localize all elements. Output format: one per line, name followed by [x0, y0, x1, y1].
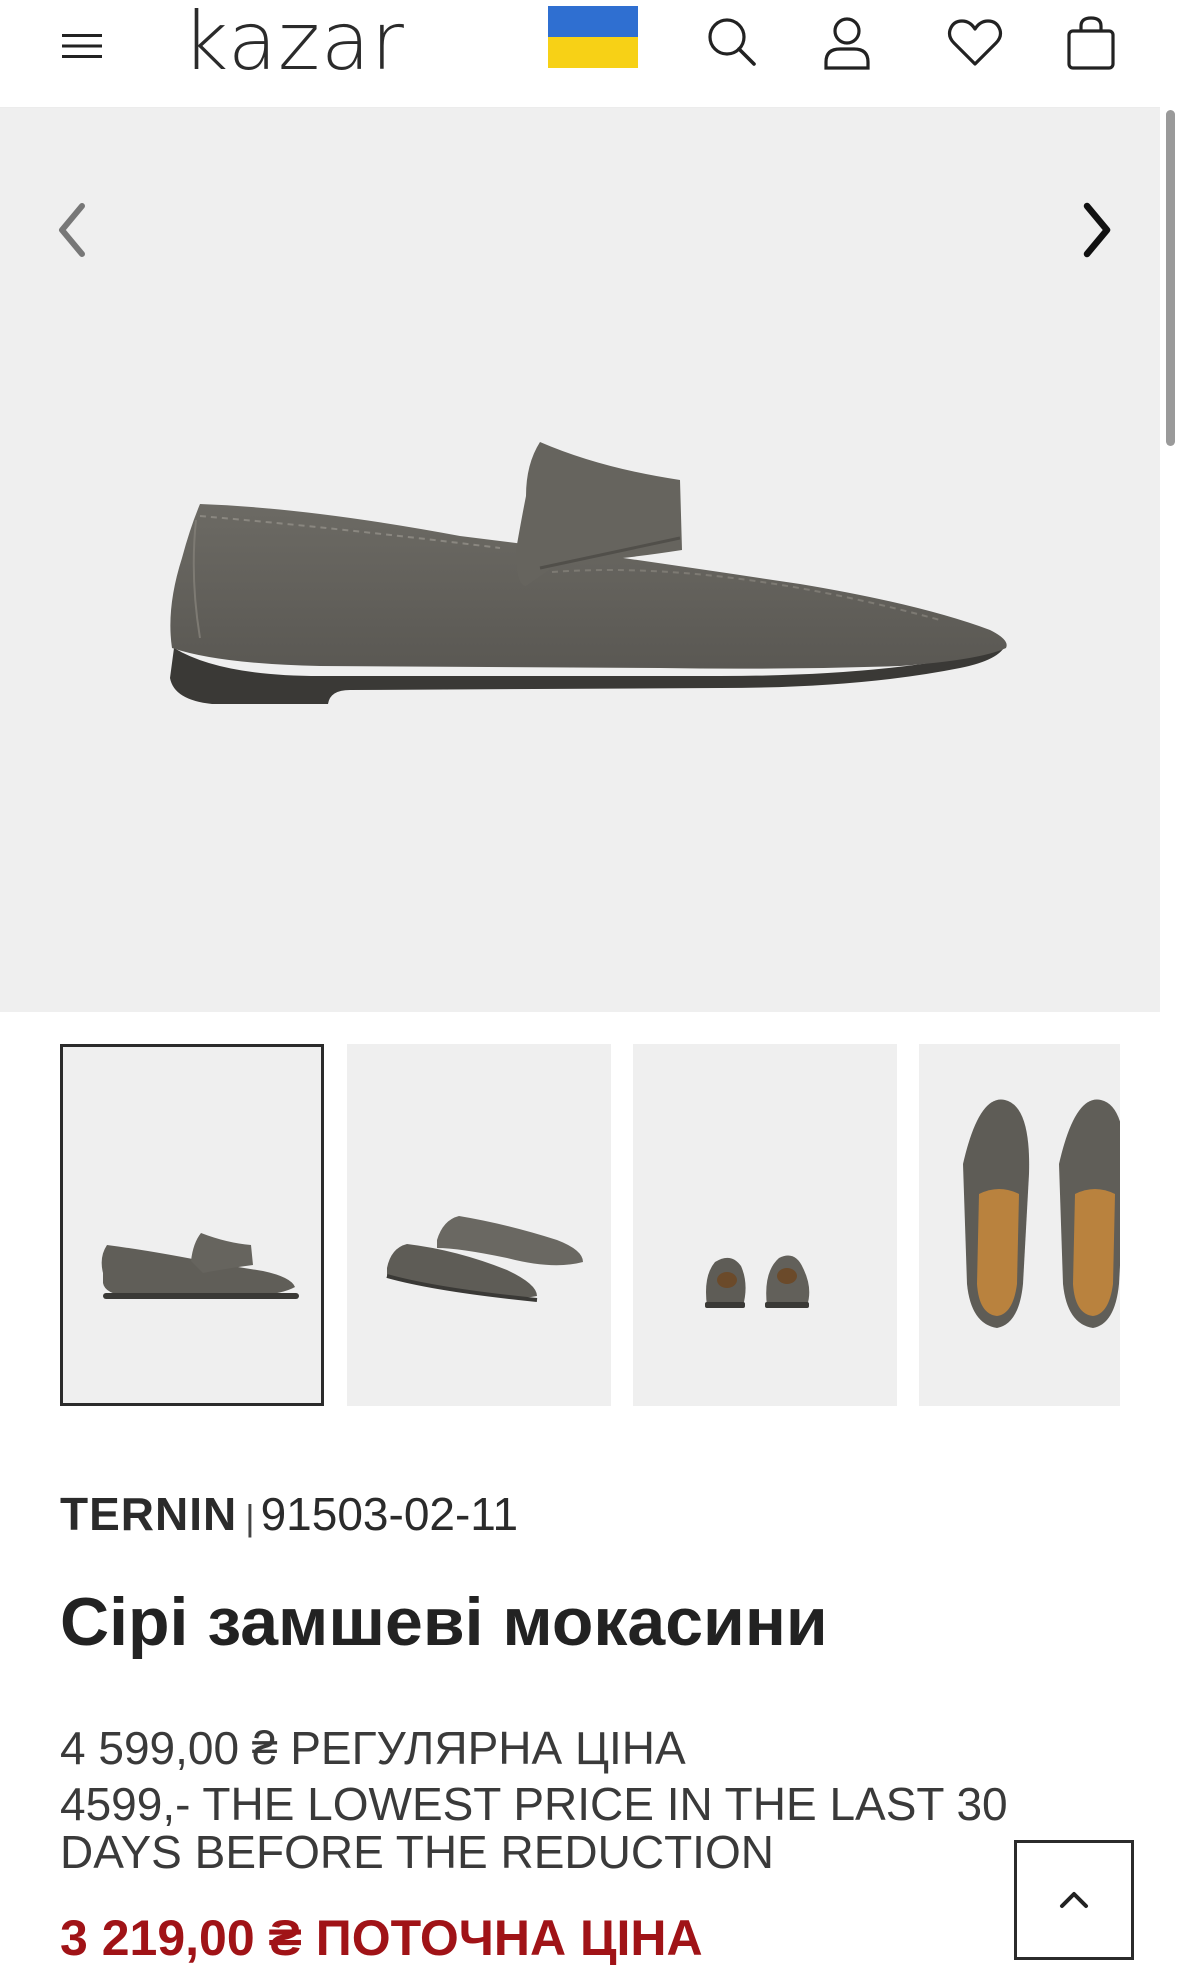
product-main-image[interactable] [0, 108, 1179, 1012]
thumbnail-top[interactable] [919, 1044, 1120, 1406]
chevron-up-icon [1060, 1892, 1088, 1908]
lowest-price-note: 4599,- THE LOWEST PRICE IN THE LAST 30 D… [60, 1778, 1008, 1878]
product-brand[interactable]: TERNIN [60, 1488, 237, 1540]
user-icon [824, 17, 870, 70]
site-logo[interactable]: kazar [182, 2, 405, 82]
cart-button[interactable] [1058, 8, 1124, 78]
thumbnail-shoe-top [963, 1099, 1120, 1328]
regular-price: 4 599,00 ₴ РЕГУЛЯРНА ЦІНА [60, 1722, 686, 1774]
current-price: 3 219,00 ₴ ПОТОЧНА ЦІНА [60, 1910, 703, 1966]
scrollbar-thumb[interactable] [1166, 110, 1175, 446]
thumbnail-back[interactable] [633, 1044, 897, 1406]
brand-separator: | [245, 1497, 255, 1538]
site-header: kazar [0, 0, 1160, 108]
thumbnail-pair-angle[interactable] [347, 1044, 611, 1406]
thumbnail-side[interactable] [60, 1044, 324, 1406]
search-icon [708, 18, 756, 66]
product-sku: 91503-02-11 [260, 1488, 519, 1540]
thumbnail-shoe-pair [386, 1216, 583, 1302]
ukraine-flag-icon[interactable] [548, 6, 638, 68]
heart-icon [947, 19, 1003, 66]
search-button[interactable] [698, 8, 764, 74]
account-button[interactable] [814, 8, 880, 78]
product-title: Сірі замшеві мокасини [60, 1584, 828, 1660]
chevron-right-icon [1083, 202, 1111, 258]
back-to-top-button[interactable] [1014, 1840, 1134, 1960]
bag-icon [1067, 16, 1115, 70]
page-scrollbar[interactable] [1160, 0, 1179, 1969]
chevron-left-icon [59, 203, 85, 257]
gallery-next-button[interactable] [1055, 188, 1139, 272]
gallery-prev-button[interactable] [30, 188, 114, 272]
menu-button[interactable] [50, 14, 114, 78]
thumbnail-shoe-back [705, 1255, 810, 1308]
wishlist-button[interactable] [940, 8, 1010, 78]
thumbnail-strip [60, 1044, 1120, 1410]
brand-sku-line: TERNIN | 91503-02-11 [60, 1486, 518, 1546]
loafer-shoe-image [170, 442, 1007, 704]
menu-icon [62, 34, 102, 58]
thumbnail-shoe-side [101, 1233, 299, 1299]
product-page: kazar TERNIN | 91503-02-11 Сірі замшеві … [0, 0, 1179, 1969]
